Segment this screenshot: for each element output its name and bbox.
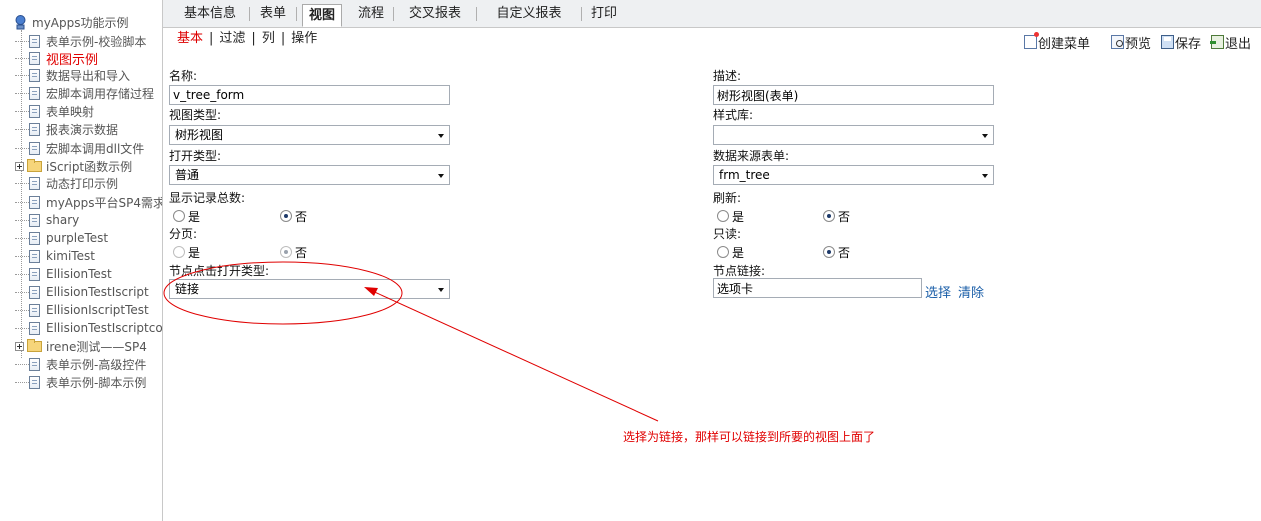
annotation-note: 选择为链接，那样可以链接到所要的视图上面了 (623, 430, 876, 444)
highlight-ellipse (163, 261, 403, 325)
arrowhead-icon (364, 287, 378, 296)
annotation-arrow-line (367, 288, 659, 422)
